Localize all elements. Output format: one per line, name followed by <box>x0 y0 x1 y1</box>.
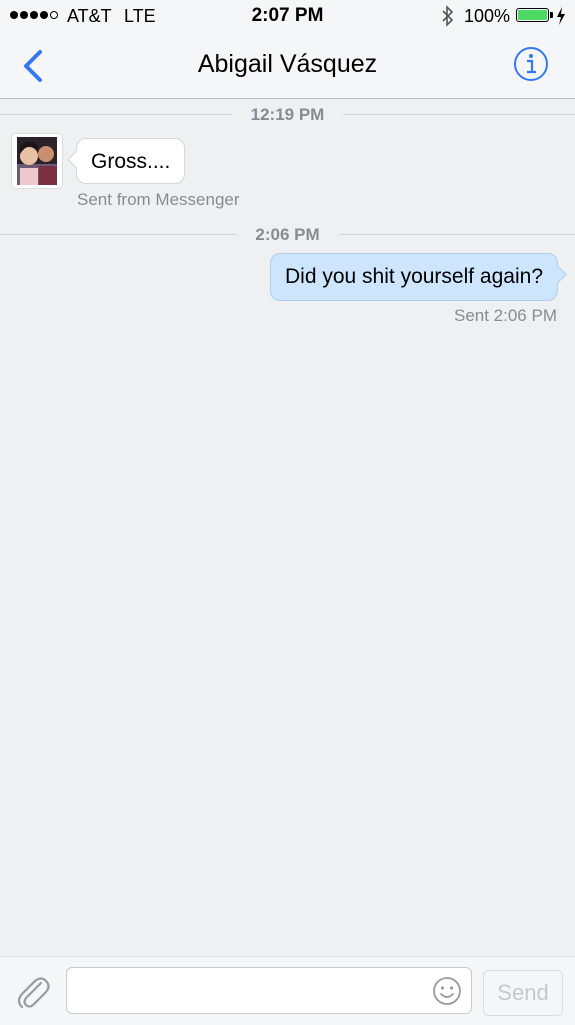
send-button[interactable]: Send <box>483 970 563 1016</box>
navigation-bar: Abigail Vásquez <box>0 32 575 99</box>
smiley-icon[interactable] <box>432 976 462 1006</box>
incoming-message-text: Gross.... <box>91 150 171 173</box>
status-bar: AT&T LTE 2:07 PM 100% <box>0 0 575 32</box>
outgoing-message-text: Did you shit yourself again? <box>285 265 543 288</box>
back-chevron-icon[interactable] <box>18 48 52 84</box>
battery-icon <box>516 8 549 22</box>
message-input[interactable] <box>66 967 472 1014</box>
outgoing-message-meta: Sent 2:06 PM <box>453 306 557 325</box>
incoming-message-meta: Sent from Messenger <box>77 190 240 209</box>
timestamp-separator: 2:06 PM <box>0 223 575 245</box>
incoming-message-bubble[interactable]: Gross.... <box>67 138 186 184</box>
paperclip-icon[interactable] <box>14 974 52 1012</box>
timestamp-label: 12:19 PM <box>250 105 325 124</box>
info-icon[interactable] <box>513 46 549 82</box>
timestamp-separator: 12:19 PM <box>0 103 575 125</box>
bluetooth-icon <box>442 5 454 27</box>
outgoing-message-bubble[interactable]: Did you shit yourself again? <box>270 253 567 301</box>
avatar[interactable] <box>12 134 62 188</box>
contact-photo <box>17 137 57 185</box>
message-composer: Send <box>0 956 575 1025</box>
charging-icon <box>557 7 565 25</box>
timestamp-label: 2:06 PM <box>255 225 320 244</box>
battery-percentage: 100% <box>464 6 511 26</box>
conversation-title: Abigail Vásquez <box>197 50 378 78</box>
